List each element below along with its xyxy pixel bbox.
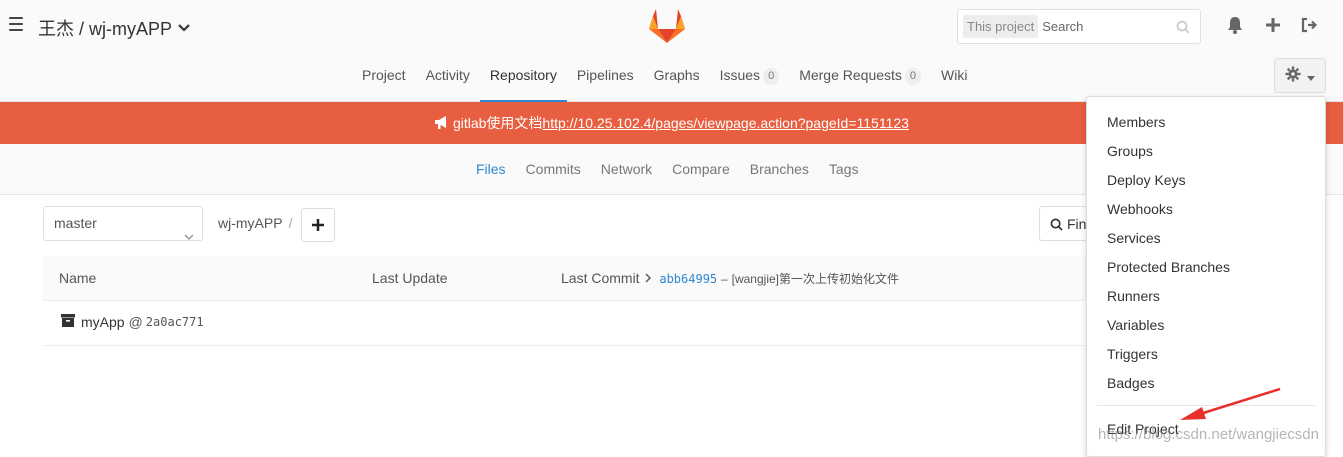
column-last-commit-label: Last Commit [561, 270, 640, 286]
menu-item-badges[interactable]: Badges [1107, 375, 1154, 391]
column-name: Name [59, 270, 97, 286]
tab-label: Activity [425, 67, 470, 83]
subtab-network[interactable]: Network [591, 144, 662, 195]
column-last-commit: Last Commit abb64995 – [wangjie]第一次上传初始化… [561, 256, 899, 301]
search-scope-badge[interactable]: This project [963, 15, 1039, 38]
tab-activity[interactable]: Activity [416, 56, 480, 102]
submodule-entry[interactable]: myApp @ 2a0ac771 [61, 314, 204, 330]
chevron-right-icon [645, 270, 655, 286]
project-title-text[interactable]: 王杰 / wj-myAPP [38, 15, 172, 41]
breadcrumb: wj-myAPP / [218, 215, 292, 231]
search-icon [1176, 20, 1190, 34]
plus-icon[interactable] [1264, 16, 1282, 34]
menu-item-groups[interactable]: Groups [1107, 143, 1153, 159]
table-row[interactable]: myApp @ 2a0ac771 [43, 301, 1093, 346]
branch-select-value: master [54, 215, 97, 231]
menu-item-variables[interactable]: Variables [1107, 317, 1164, 333]
tree-table-header: Name Last Update Last Commit abb64995 – … [43, 256, 1093, 301]
menu-item-protected-branches[interactable]: Protected Branches [1107, 259, 1230, 275]
menu-item-runners[interactable]: Runners [1107, 288, 1160, 304]
at-symbol: @ [128, 314, 143, 330]
subtab-branches[interactable]: Branches [740, 144, 819, 195]
last-commit-message[interactable]: [wangjie]第一次上传初始化文件 [732, 272, 899, 286]
menu-item-webhooks[interactable]: Webhooks [1107, 201, 1173, 217]
bell-icon[interactable] [1226, 16, 1244, 34]
sign-out-icon[interactable] [1300, 16, 1318, 34]
broadcast-text: gitlab使用文档 [452, 115, 543, 131]
tab-project[interactable]: Project [352, 56, 416, 102]
gitlab-logo-icon[interactable] [648, 8, 686, 44]
hamburger-menu-icon[interactable] [9, 17, 23, 31]
add-file-button[interactable] [301, 208, 335, 242]
menu-item-triggers[interactable]: Triggers [1107, 346, 1158, 362]
archive-icon [61, 314, 75, 330]
top-header: 王杰 / wj-myAPP This project Project Act [0, 0, 1343, 102]
search-icon [1050, 216, 1063, 232]
tab-label: Graphs [653, 67, 700, 83]
menu-item-deploy-keys[interactable]: Deploy Keys [1107, 172, 1186, 188]
tab-merge-requests[interactable]: Merge Requests 0 [789, 56, 931, 102]
broadcast-link[interactable]: http://10.25.102.4/pages/viewpage.action… [542, 115, 909, 131]
merge-requests-count-badge: 0 [904, 67, 922, 85]
tab-wiki[interactable]: Wiki [931, 56, 977, 102]
subtab-tags[interactable]: Tags [819, 144, 869, 195]
watermark-text: https://blog.csdn.net/wangjiecsdn [1098, 426, 1319, 443]
submodule-hash[interactable]: 2a0ac771 [146, 315, 204, 329]
chevron-down-icon[interactable] [178, 21, 190, 35]
search-input[interactable] [1042, 19, 1173, 34]
subtab-compare[interactable]: Compare [662, 144, 740, 195]
search-box[interactable]: This project [957, 9, 1201, 44]
project-title[interactable]: 王杰 / wj-myAPP [38, 15, 190, 41]
tab-repository[interactable]: Repository [479, 56, 567, 102]
issues-count-badge: 0 [763, 67, 780, 85]
project-nav-tabs: Project Activity Repository Pipelines Gr… [352, 56, 977, 102]
breadcrumb-separator: / [288, 215, 293, 231]
settings-dropdown-button[interactable] [1274, 58, 1326, 93]
menu-item-services[interactable]: Services [1107, 230, 1161, 246]
last-commit-dash: – [721, 272, 728, 286]
plus-icon [312, 214, 324, 237]
subtab-files[interactable]: Files [466, 144, 516, 195]
branch-select[interactable]: master [43, 206, 203, 241]
tab-label: Wiki [941, 67, 968, 83]
column-last-update: Last Update [372, 270, 448, 286]
tab-label: Pipelines [576, 67, 634, 83]
tab-label: Merge Requests [799, 67, 902, 83]
tab-label: Issues [719, 67, 761, 83]
find-file-label: Fin [1067, 215, 1087, 232]
gear-icon [1285, 66, 1301, 85]
tab-issues[interactable]: Issues 0 [710, 56, 790, 102]
tab-label: Repository [489, 67, 557, 83]
breadcrumb-repo[interactable]: wj-myAPP [218, 215, 283, 231]
submodule-name[interactable]: myApp [81, 314, 125, 330]
megaphone-icon [434, 115, 453, 131]
tab-graphs[interactable]: Graphs [644, 56, 710, 102]
caret-down-icon [1307, 68, 1315, 84]
menu-item-members[interactable]: Members [1107, 114, 1165, 130]
annotation-arrow [1180, 387, 1281, 420]
tab-pipelines[interactable]: Pipelines [567, 56, 644, 102]
chevron-down-icon [184, 220, 194, 241]
tab-label: Project [362, 67, 406, 83]
subtab-commits[interactable]: Commits [516, 144, 591, 195]
last-commit-id[interactable]: abb64995 [659, 272, 717, 286]
